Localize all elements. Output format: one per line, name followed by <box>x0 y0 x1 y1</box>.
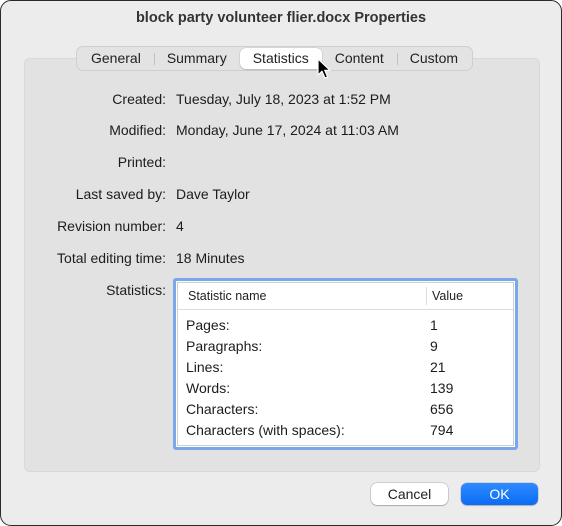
stat-name: Characters: <box>186 401 259 417</box>
revision-number-label: Revision number: <box>57 218 166 234</box>
total-editing-time-label: Total editing time: <box>57 250 166 266</box>
tab-statistics[interactable]: Statistics <box>239 48 322 69</box>
stat-value: 21 <box>430 359 446 375</box>
modified-value: Monday, June 17, 2024 at 11:03 AM <box>176 122 399 138</box>
stat-value: 1 <box>430 317 438 333</box>
stat-value: 656 <box>430 401 454 417</box>
table-row[interactable]: Paragraphs: 9 <box>178 336 513 356</box>
cancel-button[interactable]: Cancel <box>371 483 448 505</box>
properties-dialog: block party volunteer flier.docx Propert… <box>0 0 562 526</box>
statistics-table[interactable]: Statistic name Value Pages: 1 Paragraphs… <box>173 278 518 450</box>
statistics-table-header: Statistic name Value <box>178 283 513 310</box>
stat-name: Pages: <box>186 317 230 333</box>
created-row: Created: Tuesday, July 18, 2023 at 1:52 … <box>1 89 561 109</box>
tab-general[interactable]: General <box>78 48 154 69</box>
stat-name: Lines: <box>186 359 224 375</box>
last-saved-by-row: Last saved by: Dave Taylor <box>1 184 561 204</box>
table-row[interactable]: Characters: 656 <box>178 399 513 419</box>
printed-row: Printed: <box>1 152 561 172</box>
created-value: Tuesday, July 18, 2023 at 1:52 PM <box>176 91 391 107</box>
ok-button[interactable]: OK <box>461 483 538 505</box>
stat-name: Paragraphs: <box>186 338 263 354</box>
total-editing-time-value: 18 Minutes <box>176 250 245 266</box>
total-editing-time-row: Total editing time: 18 Minutes <box>1 248 561 268</box>
tab-content[interactable]: Content <box>322 48 397 69</box>
stat-name: Characters (with spaces): <box>186 422 345 438</box>
table-row[interactable]: Words: 139 <box>178 378 513 398</box>
table-row[interactable]: Pages: 1 <box>178 315 513 335</box>
created-label: Created: <box>112 91 166 107</box>
last-saved-by-label: Last saved by: <box>75 186 166 202</box>
statistics-table-frame: Statistic name Value Pages: 1 Paragraphs… <box>177 282 514 446</box>
column-header-statistic-name[interactable]: Statistic name <box>188 289 267 303</box>
stat-name: Words: <box>186 380 231 396</box>
last-saved-by-value: Dave Taylor <box>176 186 250 202</box>
statistics-label: Statistics: <box>106 282 166 298</box>
column-header-value[interactable]: Value <box>432 289 463 303</box>
tab-summary[interactable]: Summary <box>153 48 240 69</box>
table-row[interactable]: Characters (with spaces): 794 <box>178 420 513 440</box>
revision-number-value: 4 <box>176 218 184 234</box>
stat-value: 9 <box>430 338 438 354</box>
column-divider <box>426 287 427 305</box>
stat-value: 794 <box>430 422 454 438</box>
revision-number-row: Revision number: 4 <box>1 216 561 236</box>
modified-row: Modified: Monday, June 17, 2024 at 11:03… <box>1 120 561 140</box>
tab-bar: General Summary Statistics Content Custo… <box>76 46 474 71</box>
stat-value: 139 <box>430 380 454 396</box>
window-title: block party volunteer flier.docx Propert… <box>135 10 427 26</box>
table-row[interactable]: Lines: 21 <box>178 357 513 377</box>
mouse-pointer-icon <box>317 58 331 79</box>
tab-custom[interactable]: Custom <box>396 48 471 69</box>
modified-label: Modified: <box>109 122 166 138</box>
printed-label: Printed: <box>117 154 166 170</box>
